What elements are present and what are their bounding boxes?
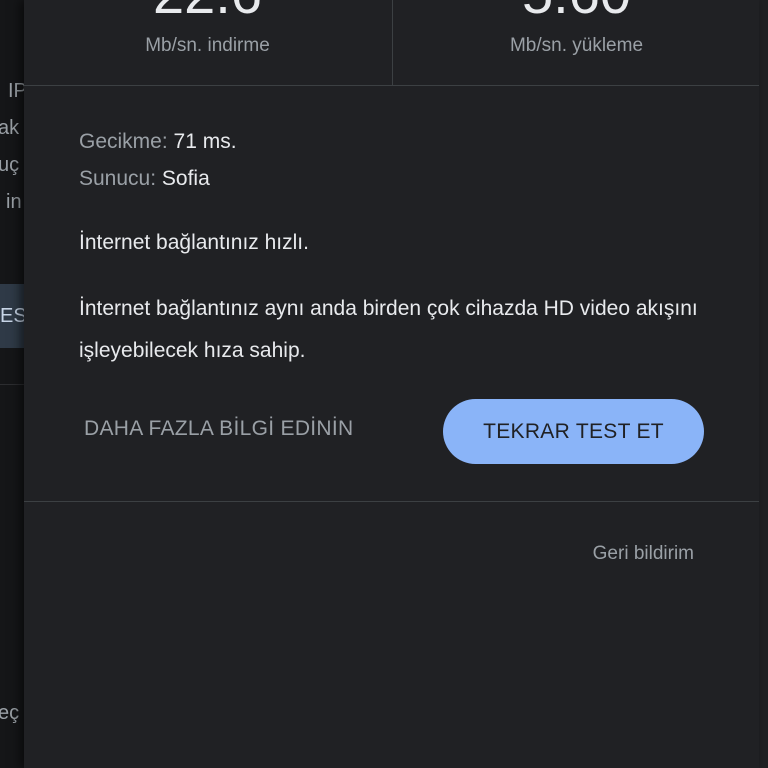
download-metric: 22.6 Mb/sn. indirme: [24, 0, 391, 85]
background-text-fragment: eç: [0, 702, 20, 724]
server-label: Sunucu:: [79, 167, 157, 190]
connection-description: İnternet bağlantınız aynı anda birden ço…: [79, 297, 698, 362]
latency-label: Gecikme:: [79, 130, 168, 153]
learn-more-button[interactable]: DAHA FAZLA BİLGİ EDİNİN: [72, 408, 365, 450]
latency-row: Gecikme: 71 ms.: [79, 129, 237, 155]
upload-speed-unit: Mb/sn. yükleme: [509, 35, 644, 56]
server-value: Sofia: [161, 167, 210, 190]
panel-divider: [24, 501, 759, 502]
upload-metric: 5.60 Mb/sn. yükleme: [392, 0, 759, 85]
speed-test-result-panel: 22.6 Mb/sn. indirme 5.60 Mb/sn. yükleme …: [24, 0, 759, 768]
retest-button[interactable]: TEKRAR TEST ET: [443, 399, 704, 464]
download-speed-value: 22.6: [24, 0, 391, 24]
server-row: Sunucu: Sofia: [79, 166, 210, 192]
background-text-fragment: in: [6, 191, 22, 213]
speed-metrics: 22.6 Mb/sn. indirme 5.60 Mb/sn. yükleme: [24, 0, 759, 86]
upload-speed-value: 5.60: [393, 0, 759, 24]
connection-summary: İnternet bağlantınız hızlı.: [79, 231, 309, 254]
feedback-link[interactable]: Geri bildirim: [593, 541, 694, 567]
download-speed-unit: Mb/sn. indirme: [145, 35, 270, 56]
background-text-fragment: uç: [0, 154, 20, 176]
background-text-fragment: ak: [0, 117, 20, 139]
latency-value: 71 ms.: [173, 130, 237, 153]
